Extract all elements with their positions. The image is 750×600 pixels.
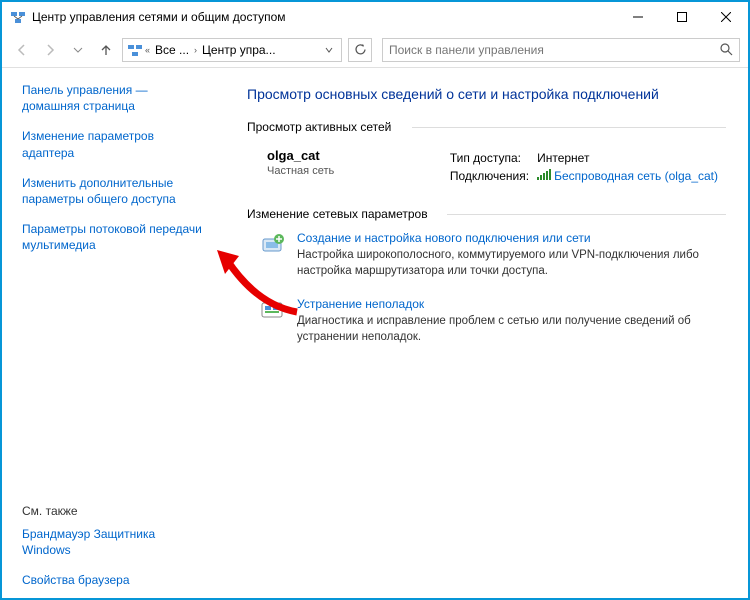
sidebar-link-sharing[interactable]: Изменить дополнительные параметры общего… — [22, 175, 207, 207]
setting-desc: Диагностика и исправление проблем с сеть… — [297, 314, 726, 345]
setting-title: Устранение неполадок — [297, 297, 726, 311]
see-also-firewall[interactable]: Брандмауэр Защитника Windows — [22, 526, 207, 558]
recent-dropdown[interactable] — [66, 38, 90, 62]
breadcrumb-segment[interactable]: Все ... — [152, 43, 192, 57]
wifi-signal-icon — [537, 169, 551, 184]
back-button[interactable] — [10, 38, 34, 62]
minimize-button[interactable] — [616, 2, 660, 32]
network-details-table: Тип доступа: Интернет Подключения: Беспр… — [448, 148, 726, 187]
active-networks-heading: Просмотр активных сетей — [247, 120, 726, 134]
content-body: Панель управления — домашняя страница Из… — [2, 68, 748, 598]
setting-item-new-connection[interactable]: Создание и настройка нового подключения … — [259, 231, 726, 279]
maximize-button[interactable] — [660, 2, 704, 32]
sidebar-link-home[interactable]: Панель управления — домашняя страница — [22, 82, 207, 114]
forward-button[interactable] — [38, 38, 62, 62]
connections-label: Подключения: — [450, 168, 535, 185]
titlebar[interactable]: Центр управления сетями и общим доступом — [2, 2, 748, 32]
address-dropdown[interactable] — [321, 41, 337, 59]
sidebar-link-adapter[interactable]: Изменение параметров адаптера — [22, 128, 207, 160]
up-button[interactable] — [94, 38, 118, 62]
main-panel: Просмотр основных сведений о сети и наст… — [217, 68, 748, 598]
change-settings-heading: Изменение сетевых параметров — [247, 207, 726, 221]
search-box[interactable] — [382, 38, 740, 62]
sidebar: Панель управления — домашняя страница Из… — [2, 68, 217, 598]
window-frame: Центр управления сетями и общим доступом… — [0, 0, 750, 600]
see-also-label: См. также — [22, 504, 207, 518]
setting-item-troubleshoot[interactable]: Устранение неполадок Диагностика и испра… — [259, 297, 726, 345]
network-type: Частная сеть — [267, 165, 448, 177]
chevron-right-icon: › — [192, 45, 199, 55]
toolbar: « Все ... › Центр упра... — [2, 32, 748, 68]
new-connection-icon — [259, 231, 287, 259]
close-button[interactable] — [704, 2, 748, 32]
breadcrumb-segment[interactable]: Центр упра... — [199, 43, 279, 57]
access-type-label: Тип доступа: — [450, 150, 535, 166]
window-title: Центр управления сетями и общим доступом — [32, 10, 616, 24]
connection-link[interactable]: Беспроводная сеть (olga_cat) — [554, 169, 718, 183]
app-icon — [10, 9, 26, 25]
page-heading: Просмотр основных сведений о сети и наст… — [247, 86, 726, 102]
see-also-browser[interactable]: Свойства браузера — [22, 572, 207, 588]
window-controls — [616, 2, 748, 32]
network-name: olga_cat — [267, 148, 448, 163]
address-bar[interactable]: « Все ... › Центр упра... — [122, 38, 342, 62]
setting-desc: Настройка широкополосного, коммутируемог… — [297, 248, 726, 279]
troubleshoot-icon — [259, 297, 287, 325]
search-icon — [720, 43, 733, 56]
location-icon — [127, 42, 143, 58]
refresh-button[interactable] — [348, 38, 372, 62]
access-type-value: Интернет — [537, 150, 724, 166]
setting-title: Создание и настройка нового подключения … — [297, 231, 726, 245]
active-network-block: olga_cat Частная сеть Тип доступа: Интер… — [247, 144, 726, 207]
search-input[interactable] — [389, 43, 720, 57]
sidebar-link-streaming[interactable]: Параметры потоковой передачи мультимедиа — [22, 221, 207, 253]
chevron-icon: « — [143, 45, 152, 55]
